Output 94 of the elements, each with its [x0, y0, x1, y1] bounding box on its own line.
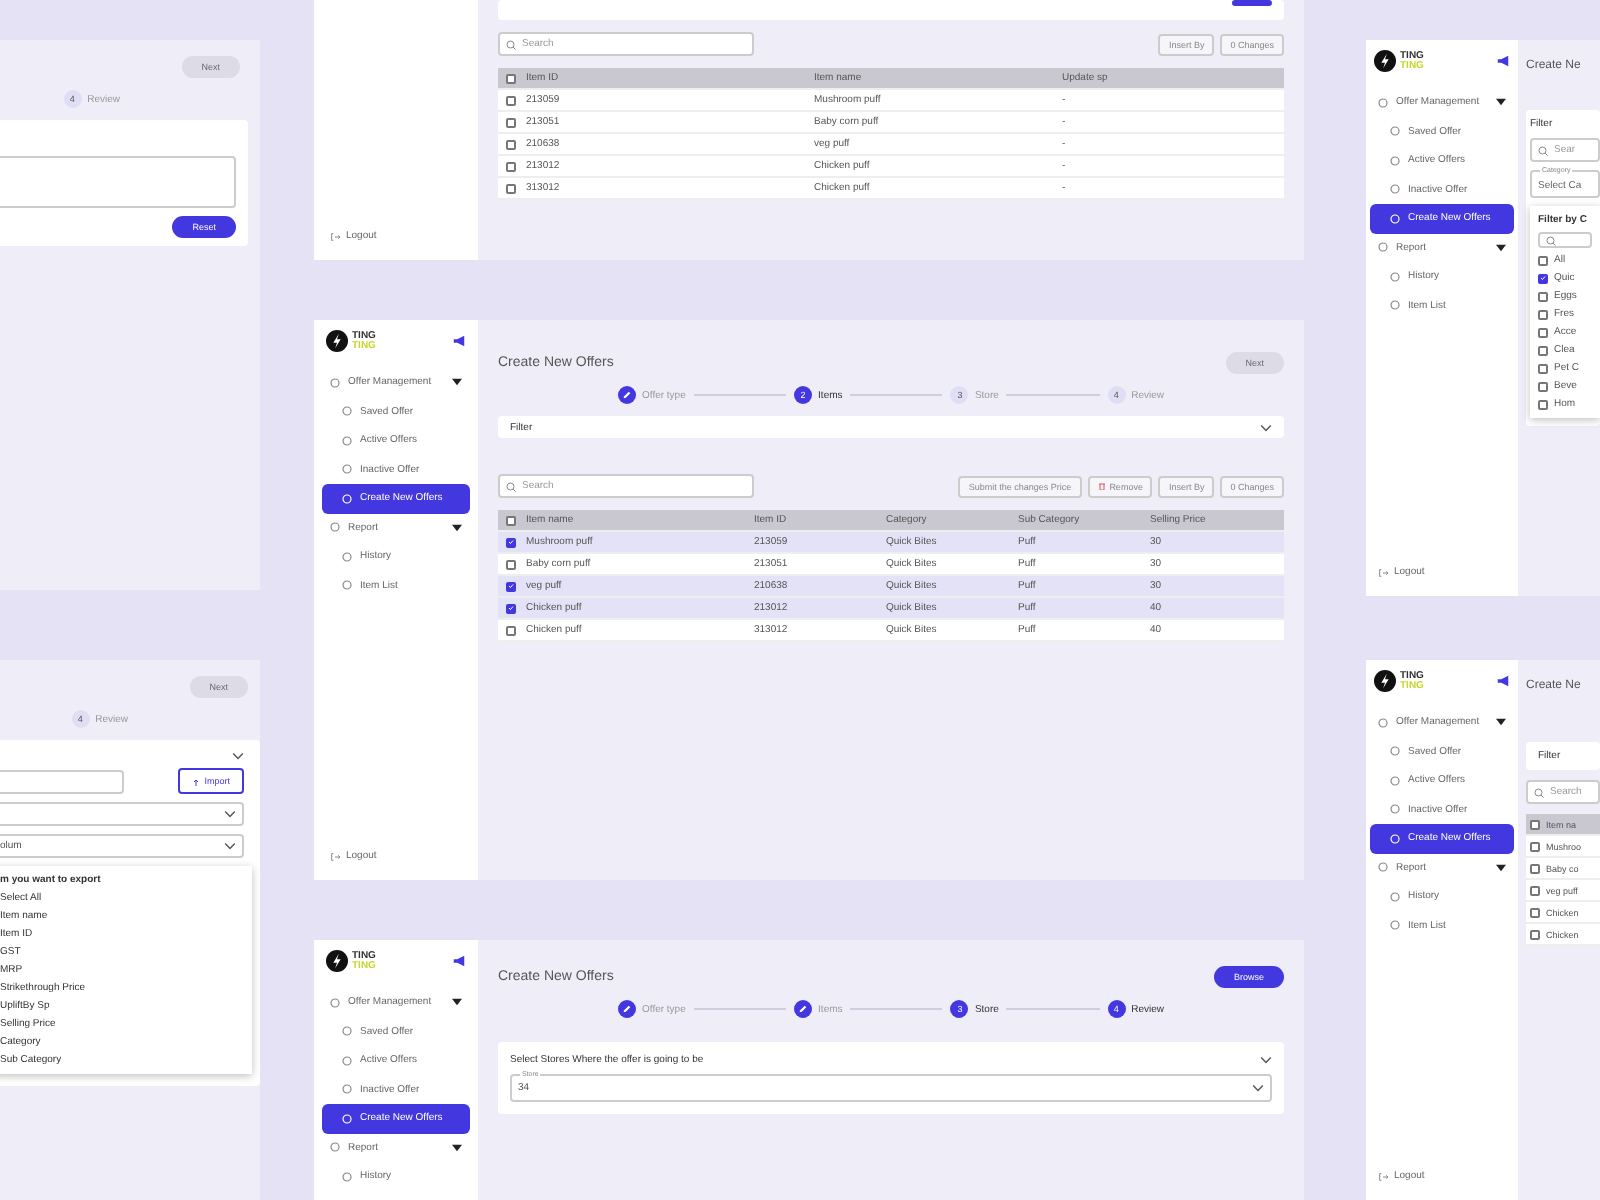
checkbox[interactable] [1538, 345, 1548, 355]
megaphone-icon[interactable] [452, 954, 466, 968]
checkbox[interactable] [1530, 863, 1540, 873]
logout-icon [1378, 567, 1388, 577]
circle-icon [342, 1026, 352, 1037]
bolt-logo-icon [326, 330, 348, 352]
checkbox[interactable] [1530, 929, 1540, 939]
caret-icon [452, 998, 462, 1007]
circle-icon [330, 997, 340, 1008]
search-icon [1546, 235, 1556, 245]
chevron-icon [1260, 423, 1272, 431]
circle-icon [1390, 891, 1400, 902]
circle-icon [1390, 126, 1400, 137]
chevron-icon [1260, 1056, 1272, 1064]
checkbox[interactable] [1530, 885, 1540, 895]
circle-icon [330, 1142, 340, 1153]
caret-icon [452, 378, 462, 387]
circle-icon [342, 1171, 352, 1182]
circle-icon [342, 406, 352, 417]
checkbox[interactable] [1530, 819, 1540, 829]
megaphone-icon[interactable] [1496, 54, 1510, 68]
chevron-icon [1252, 1084, 1264, 1092]
logout-icon [330, 231, 340, 241]
checkbox[interactable] [1538, 363, 1548, 373]
action-button[interactable] [1232, 0, 1272, 6]
circle-icon [1390, 920, 1400, 931]
checkbox[interactable] [506, 161, 516, 171]
input-field[interactable] [0, 769, 124, 793]
checkbox[interactable] [506, 73, 516, 83]
circle-icon [342, 1084, 352, 1095]
checkbox[interactable] [1538, 381, 1548, 391]
checkbox[interactable] [1530, 907, 1540, 917]
megaphone-icon[interactable] [1496, 674, 1510, 688]
bolt-logo-icon [326, 950, 348, 972]
checkbox[interactable] [506, 625, 516, 635]
chevron-icon [224, 842, 236, 850]
circle-icon [342, 551, 352, 562]
caret-icon [1496, 243, 1506, 252]
circle-icon [330, 377, 340, 388]
chevron-icon [232, 752, 244, 760]
logout-icon [1378, 1171, 1388, 1181]
circle-icon [342, 1113, 352, 1124]
checkbox[interactable] [506, 515, 516, 525]
checkbox[interactable] [506, 139, 516, 149]
search-icon [506, 481, 516, 491]
caret-icon [452, 523, 462, 532]
circle-icon [1390, 213, 1400, 224]
checkbox[interactable] [1538, 255, 1548, 265]
circle-icon [1390, 300, 1400, 311]
circle-icon [1390, 804, 1400, 815]
circle-icon [342, 580, 352, 591]
circle-icon [342, 435, 352, 446]
circle-icon [1390, 833, 1400, 844]
circle-icon [1390, 155, 1400, 166]
circle-icon [1378, 242, 1388, 253]
caret-icon [1496, 98, 1506, 107]
circle-icon [1378, 717, 1388, 728]
circle-icon [342, 1055, 352, 1066]
circle-icon [342, 464, 352, 475]
logout-icon [330, 851, 340, 861]
circle-icon [1390, 184, 1400, 195]
caret-icon [1496, 863, 1506, 872]
circle-icon [1378, 97, 1388, 108]
bolt-logo-icon [1374, 670, 1396, 692]
search-icon [1538, 145, 1548, 155]
checkbox[interactable] [1538, 327, 1548, 337]
checkbox[interactable] [1538, 399, 1548, 409]
checkbox[interactable] [1538, 309, 1548, 319]
checkbox[interactable] [1530, 841, 1540, 851]
checkbox[interactable] [1538, 273, 1548, 283]
circle-icon [1390, 271, 1400, 282]
circle-icon [342, 493, 352, 504]
circle-icon [330, 522, 340, 533]
checkbox[interactable] [506, 183, 516, 193]
circle-icon [1390, 775, 1400, 786]
trash-icon [1097, 482, 1106, 490]
checkbox[interactable] [1538, 291, 1548, 301]
megaphone-icon[interactable] [452, 334, 466, 348]
checkbox[interactable] [506, 581, 516, 591]
select-field[interactable] [0, 802, 244, 826]
checkbox[interactable] [506, 559, 516, 569]
caret-icon [452, 1143, 462, 1152]
circle-icon [1378, 862, 1388, 873]
circle-icon [1390, 746, 1400, 757]
checkbox[interactable] [506, 95, 516, 105]
checkbox[interactable] [506, 603, 516, 613]
checkbox[interactable] [506, 117, 516, 127]
search-icon [506, 39, 516, 49]
caret-icon [1496, 718, 1506, 727]
chevron-icon [224, 810, 236, 818]
search-field[interactable] [1538, 232, 1592, 248]
bolt-logo-icon [1374, 50, 1396, 72]
search-icon [1534, 787, 1544, 797]
checkbox[interactable] [506, 537, 516, 547]
